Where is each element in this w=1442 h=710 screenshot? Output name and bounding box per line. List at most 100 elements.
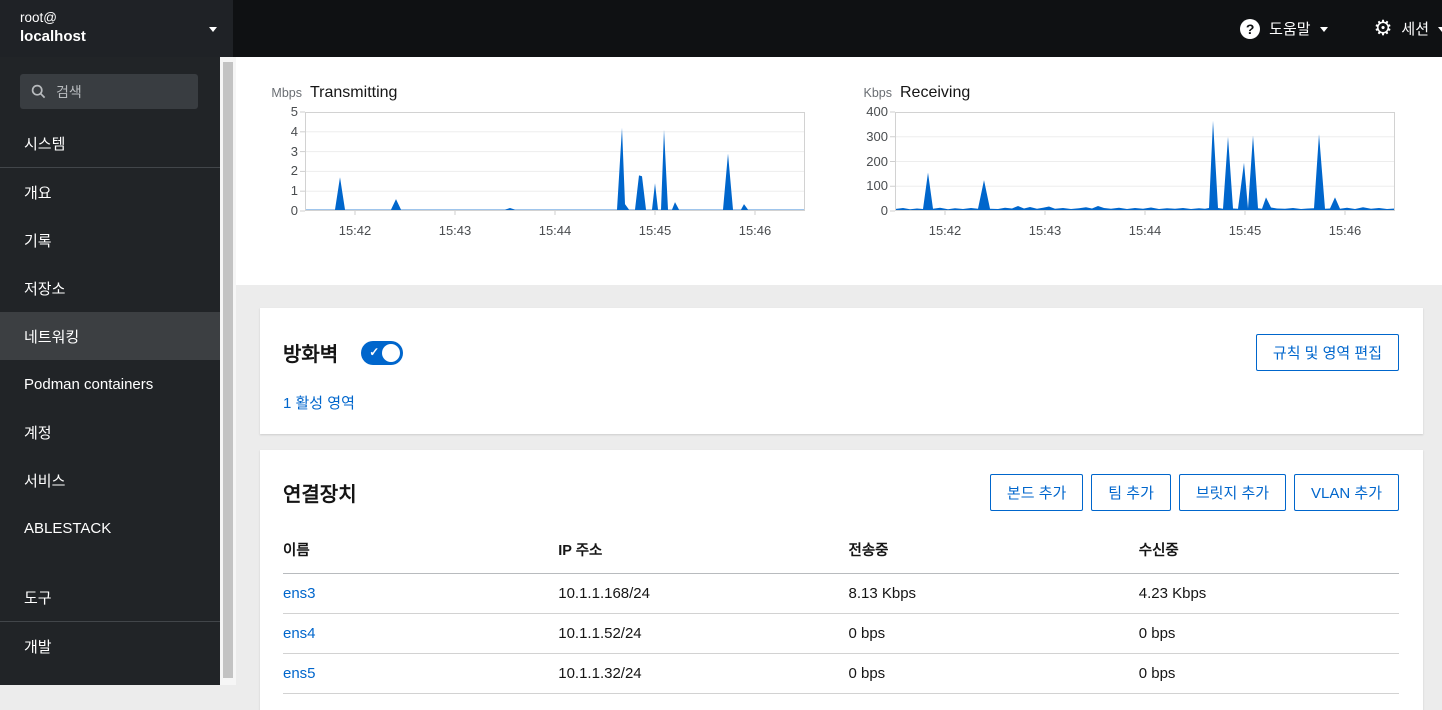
column-header-sending: 전송중 bbox=[848, 527, 1139, 574]
chart-plot-area bbox=[300, 111, 805, 215]
sidebar-item-tools[interactable]: 도구 bbox=[0, 573, 220, 621]
sidebar-item-podman-containers[interactable]: Podman containers bbox=[0, 360, 220, 408]
cell-ip: 10.1.1.32/24 bbox=[558, 653, 849, 694]
y-axis-tick-label: 300 bbox=[866, 128, 888, 144]
sidebar-scrollbar[interactable] bbox=[220, 57, 236, 685]
main-content: Mbps Transmitting 0 1 2 3 4 5 15:42 15:43 15:44 1… bbox=[236, 57, 1442, 710]
sidebar-item-accounts[interactable]: 계정 bbox=[0, 408, 220, 456]
interfaces-table: 이름 IP 주소 전송중 수신중 ens3 10.1.1.168/24 8.13 K… bbox=[283, 527, 1399, 694]
y-axis-tick-label: 400 bbox=[866, 104, 888, 119]
sidebar: 시스템개요기록저장소네트워킹 Podman containers 계정서비스 ABLE… bbox=[0, 57, 220, 685]
sidebar-item-development[interactable]: 개발 bbox=[0, 622, 220, 670]
x-axis-tick-label: 15:46 bbox=[1328, 223, 1362, 238]
y-axis-tick-label: 3 bbox=[290, 143, 298, 159]
host-switcher[interactable]: root@ localhost bbox=[0, 0, 233, 57]
x-axis-tick-label: 15:43 bbox=[1028, 223, 1062, 238]
interface-link[interactable]: ens4 bbox=[283, 625, 316, 642]
y-axis-tick-label: 0 bbox=[880, 203, 888, 218]
cell-tx: 8.13 Kbps bbox=[848, 573, 1139, 614]
interfaces-actions: 본드 추가 팀 추가 브릿지 추가 VLAN 추가 bbox=[989, 474, 1399, 511]
session-menu[interactable]: ⚙ 세션 bbox=[1374, 18, 1442, 39]
add-bridge-button[interactable]: 브릿지 추가 bbox=[1178, 474, 1287, 511]
interface-link[interactable]: ens3 bbox=[283, 585, 316, 602]
table-row[interactable]: ens4 10.1.1.52/24 0 bps 0 bps bbox=[283, 613, 1399, 654]
session-menu-label: 세션 bbox=[1401, 21, 1429, 38]
y-axis-unit: Mbps bbox=[271, 86, 302, 100]
y-axis-tick-label: 0 bbox=[290, 203, 298, 218]
add-team-button[interactable]: 팀 추가 bbox=[1091, 474, 1171, 511]
sidebar-item-label: 시스템 bbox=[24, 135, 66, 153]
cell-tx: 0 bps bbox=[848, 653, 1139, 694]
chevron-down-icon bbox=[1319, 26, 1328, 36]
sidebar-nav: 시스템개요기록저장소네트워킹 Podman containers 계정서비스 ABLE… bbox=[0, 119, 220, 670]
column-header-ip: IP 주소 bbox=[558, 527, 849, 574]
active-zones-link[interactable]: 1 활성 영역 bbox=[283, 392, 355, 413]
sidebar-item-networking[interactable]: 네트워킹 bbox=[0, 312, 220, 360]
sidebar-search bbox=[20, 74, 198, 109]
column-header-name: 이름 bbox=[283, 527, 559, 574]
masthead: root@ localhost ? 도움말 ⚙ 세션 bbox=[0, 0, 1442, 57]
cell-ip: 10.1.1.168/24 bbox=[558, 573, 849, 614]
chart-svg bbox=[300, 111, 805, 215]
y-axis-unit: Kbps bbox=[863, 86, 893, 100]
chevron-down-icon bbox=[209, 26, 217, 36]
host-user: root@ bbox=[20, 10, 57, 26]
search-icon bbox=[31, 84, 46, 99]
x-axis-tick-label: 15:44 bbox=[1128, 223, 1162, 238]
host-label: root@ localhost bbox=[20, 9, 209, 47]
sidebar-item-label: 저장소 bbox=[24, 280, 66, 298]
table-header-row: 이름 IP 주소 전송중 수신중 bbox=[283, 527, 1399, 574]
edit-rules-zones-button[interactable]: 규칙 및 영역 편집 bbox=[1255, 334, 1399, 371]
table-row[interactable]: ens5 10.1.1.32/24 0 bps 0 bps bbox=[283, 653, 1399, 694]
chart-svg bbox=[890, 111, 1395, 215]
interfaces-card: 연결장치 본드 추가 팀 추가 브릿지 추가 VLAN 추가 이름 IP 주소 전송중… bbox=[260, 450, 1423, 710]
help-menu-label: 도움말 bbox=[1269, 21, 1311, 38]
chart-title: Receiving bbox=[900, 84, 971, 101]
gear-icon: ⚙ bbox=[1373, 16, 1393, 40]
sidebar-item-services[interactable]: 서비스 bbox=[0, 456, 220, 504]
toggle-knob bbox=[382, 343, 401, 362]
sidebar-item-label: 네트워킹 bbox=[24, 328, 80, 346]
sidebar-item-label: 개발 bbox=[24, 638, 52, 656]
firewall-card: 방화벽 ✓ 규칙 및 영역 편집 1 활성 영역 bbox=[260, 308, 1423, 434]
sidebar-item-label: 기록 bbox=[24, 232, 52, 250]
sidebar-item-label: ABLESTACK bbox=[24, 519, 112, 537]
y-axis-tick-label: 200 bbox=[866, 153, 888, 169]
search-input[interactable] bbox=[20, 74, 198, 109]
help-menu[interactable]: ? 도움말 bbox=[1240, 18, 1328, 39]
x-axis-tick-label: 15:44 bbox=[538, 223, 572, 238]
add-bond-button[interactable]: 본드 추가 bbox=[989, 474, 1084, 511]
x-axis-tick-label: 15:46 bbox=[738, 223, 772, 238]
cell-ip: 10.1.1.52/24 bbox=[558, 613, 849, 654]
cell-rx: 4.23 Kbps bbox=[1138, 573, 1399, 614]
sidebar-item-logs[interactable]: 기록 bbox=[0, 216, 220, 264]
chart-title: Transmitting bbox=[310, 84, 398, 101]
transmitting-chart: Mbps Transmitting 0 1 2 3 4 5 15:42 15:43 15:44 1… bbox=[262, 84, 807, 264]
cell-rx: 0 bps bbox=[1138, 653, 1399, 694]
help-icon: ? bbox=[1240, 18, 1261, 39]
cell-rx: 0 bps bbox=[1138, 613, 1399, 654]
sidebar-item-system[interactable]: 시스템 bbox=[0, 119, 220, 167]
sidebar-item-label: 계정 bbox=[24, 424, 52, 442]
network-usage-graphs: Mbps Transmitting 0 1 2 3 4 5 15:42 15:43 15:44 1… bbox=[236, 57, 1442, 285]
sidebar-item-label: 서비스 bbox=[24, 472, 66, 490]
table-row[interactable]: ens3 10.1.1.168/24 8.13 Kbps 4.23 Kbps bbox=[283, 573, 1399, 614]
x-axis-tick-label: 15:45 bbox=[1228, 223, 1262, 238]
sidebar-item-storage[interactable]: 저장소 bbox=[0, 264, 220, 312]
sidebar-item-overview[interactable]: 개요 bbox=[0, 168, 220, 216]
check-icon: ✓ bbox=[369, 344, 380, 359]
x-axis-tick-label: 15:43 bbox=[438, 223, 472, 238]
firewall-toggle[interactable]: ✓ bbox=[361, 340, 404, 365]
scrollbar-thumb[interactable] bbox=[223, 62, 233, 678]
interface-link[interactable]: ens5 bbox=[283, 665, 316, 682]
add-vlan-button[interactable]: VLAN 추가 bbox=[1294, 474, 1399, 511]
sidebar-item-label: 개요 bbox=[24, 184, 52, 202]
sidebar-item-ablestack[interactable]: ABLESTACK bbox=[0, 504, 220, 552]
x-axis-tick-label: 15:45 bbox=[638, 223, 672, 238]
x-axis-tick-label: 15:42 bbox=[338, 223, 372, 238]
column-header-receiving: 수신중 bbox=[1138, 527, 1399, 574]
masthead-actions: ? 도움말 ⚙ 세션 bbox=[1240, 0, 1442, 57]
interfaces-title: 연결장치 bbox=[283, 484, 357, 506]
chart-plot-area bbox=[890, 111, 1395, 215]
receiving-chart: Kbps Receiving 0 100 200 300 400 15:42 15:43 15… bbox=[852, 84, 1397, 264]
